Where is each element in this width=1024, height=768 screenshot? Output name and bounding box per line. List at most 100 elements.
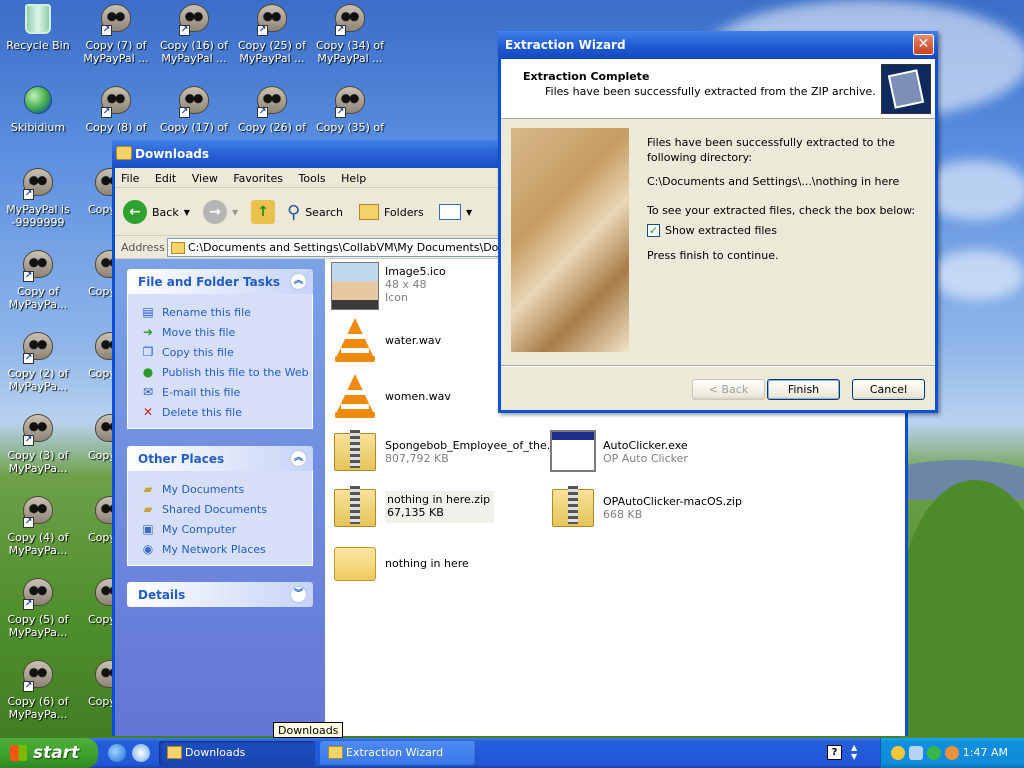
close-button[interactable]: ✕: [913, 34, 934, 55]
file-item-autoclicker-exe[interactable]: AutoClicker.exe OP Auto Clicker: [549, 427, 688, 475]
raccoon-icon: [95, 660, 112, 688]
collapse-chevron-icon[interactable]: ︽: [290, 273, 307, 290]
file-item-nothing-in-here-zip[interactable]: nothing in here.zip 67,135 KB: [331, 483, 495, 531]
menu-tools[interactable]: Tools: [293, 168, 332, 185]
place-network[interactable]: ◉ My Network Places: [140, 539, 312, 559]
place-shared-documents[interactable]: ▰ Shared Documents: [140, 499, 312, 519]
collapse-chevron-icon[interactable]: ︽: [290, 450, 307, 467]
desktop-icon-copy-col2-e[interactable]: Copy: [78, 496, 112, 544]
wizard-directory: C:\Documents and Settings\...\nothing in…: [647, 175, 900, 188]
forward-button[interactable]: → ▼: [203, 196, 238, 228]
place-my-documents[interactable]: ▰ My Documents: [140, 479, 312, 499]
menu-favorites[interactable]: Favorites: [227, 168, 289, 185]
security-shield-icon[interactable]: [891, 746, 905, 760]
desktop-icon-copy-col2-f[interactable]: Copy: [78, 578, 112, 626]
taskbar-button-downloads[interactable]: Downloads: [159, 741, 315, 766]
desktop-icon-copy-col2-c[interactable]: Copy: [78, 332, 112, 380]
task-copy[interactable]: ❐ Copy this file: [140, 342, 312, 362]
file-folder-tasks-header[interactable]: File and Folder Tasks ︽: [127, 269, 313, 294]
desktop-icon-copy-26[interactable]: ↗ Copy (26) of: [234, 86, 310, 134]
help-icon[interactable]: ?: [827, 745, 842, 760]
place-my-computer[interactable]: ▣ My Computer: [140, 519, 312, 539]
desktop-icon-copy-col2-a[interactable]: Copy: [78, 168, 112, 216]
file-item-spongebob-zip[interactable]: Spongebob_Employee_of_the... 807,792 KB: [331, 427, 557, 475]
desktop-icon-copy-col2-b[interactable]: Copy: [78, 250, 112, 298]
menu-help[interactable]: Help: [335, 168, 372, 185]
task-email[interactable]: ✉ E-mail this file: [140, 382, 312, 402]
task-rename[interactable]: ▤ Rename this file: [140, 302, 312, 322]
desktop-icon-copy-4[interactable]: ↗ Copy (4) of MyPayPa...: [0, 496, 76, 557]
shared-documents-icon: ▰: [143, 502, 153, 516]
desktop-icon-copy-17[interactable]: ↗ Copy (17) of: [156, 86, 232, 134]
taskbar-button-extraction-wizard[interactable]: Extraction Wizard: [320, 741, 476, 766]
desktop-icon-recycle-bin[interactable]: Recycle Bin: [0, 4, 76, 52]
file-item-nothing-in-here-folder[interactable]: nothing in here: [331, 539, 469, 587]
search-label: Search: [305, 205, 343, 219]
desktop-icon-copy-16[interactable]: ↗ Copy (16) of MyPayPal ...: [156, 4, 232, 65]
folder-icon: [171, 242, 185, 254]
desktop-icon-copy-8[interactable]: ↗ Copy (8) of: [78, 86, 154, 134]
file-item-image5[interactable]: Image5.ico 48 x 48 Icon: [331, 262, 446, 310]
details-header[interactable]: Details ︾: [127, 582, 313, 607]
menu-edit[interactable]: Edit: [149, 168, 182, 185]
desktop-icon-copy-3[interactable]: ↗ Copy (3) of MyPayPa...: [0, 414, 76, 475]
cancel-button[interactable]: Cancel: [852, 379, 925, 400]
finish-button[interactable]: Finish: [767, 379, 840, 400]
desktop-icon-copy-25[interactable]: ↗ Copy (25) of MyPayPal ...: [234, 4, 310, 65]
network-places-icon: ◉: [142, 542, 154, 556]
desktop-icon-copy-6[interactable]: ↗ Copy (6) of MyPayPa...: [0, 660, 76, 721]
folder-icon: [116, 146, 132, 160]
expand-chevron-icon[interactable]: ︾: [290, 586, 307, 603]
file-item-women-wav[interactable]: women.wav: [331, 372, 451, 420]
file-item-opautoclicker-zip[interactable]: OPAutoClicker-macOS.zip 668 KB: [549, 483, 742, 531]
clock[interactable]: 1:47 AM: [963, 746, 1008, 759]
shortcut-arrow-icon: ↗: [179, 25, 190, 36]
network-icon[interactable]: [927, 746, 941, 760]
volume-icon[interactable]: [909, 746, 923, 760]
wizard-title-bar[interactable]: Extraction Wizard ✕: [498, 31, 938, 59]
folders-button[interactable]: Folders: [359, 196, 424, 228]
desktop-icon-copy-2[interactable]: ↗ Copy (2) of MyPayPa...: [0, 332, 76, 393]
views-dropdown-icon: ▼: [466, 207, 473, 217]
show-desktop-icon[interactable]: [132, 744, 150, 762]
views-button[interactable]: ▼: [439, 196, 472, 228]
back-dropdown-icon[interactable]: ▼: [184, 208, 190, 217]
show-extracted-files-checkbox[interactable]: ✓ Show extracted files: [647, 224, 923, 237]
desktop-icon-copy-7[interactable]: ↗ Copy (7) of MyPayPal ...: [78, 4, 154, 65]
start-button[interactable]: start: [0, 738, 98, 768]
desktop-icon-copy-5[interactable]: ↗ Copy (5) of MyPayPa...: [0, 578, 76, 639]
other-places-header[interactable]: Other Places ︽: [127, 446, 313, 471]
file-item-water-wav[interactable]: water.wav: [331, 316, 441, 364]
desktop-icon-skibidium[interactable]: Skibidium: [0, 86, 76, 134]
task-move[interactable]: ➜ Move this file: [140, 322, 312, 342]
desktop-icon-copy-35[interactable]: ↗ Copy (35) of: [312, 86, 388, 134]
menu-view[interactable]: View: [186, 168, 224, 185]
exe-icon: [550, 430, 596, 472]
compressed-folder-icon: [881, 64, 931, 114]
desktop-icon-copy-of-mypaypal[interactable]: ↗ Copy of MyPayPa...: [0, 250, 76, 311]
search-button[interactable]: ⚲ Search: [287, 196, 343, 228]
back-arrow-icon: ←: [123, 200, 147, 224]
shortcut-arrow-icon: ↗: [23, 681, 34, 692]
language-toggle-icon[interactable]: ▲ ▼: [851, 743, 857, 761]
desktop-icon-copy-col2-g[interactable]: Copy: [78, 660, 112, 708]
extraction-wizard-dialog: Extraction Wizard ✕ Extraction Complete …: [498, 31, 938, 413]
menu-file[interactable]: File: [115, 168, 145, 185]
back-button[interactable]: < Back: [692, 379, 765, 400]
task-publish-web[interactable]: ● Publish this file to the Web: [140, 362, 312, 382]
desktop-icon-mypaypal[interactable]: ↗ MyPayPal is -9999999: [0, 168, 76, 229]
internet-explorer-icon[interactable]: [108, 744, 126, 762]
search-tray-icon[interactable]: [945, 746, 959, 760]
desktop-icon-copy-col2-d[interactable]: Copy: [78, 414, 112, 462]
back-button[interactable]: ← Back ▼: [123, 196, 190, 228]
views-icon: [439, 204, 461, 220]
up-button[interactable]: ↑: [251, 196, 275, 228]
shortcut-arrow-icon: ↗: [23, 435, 34, 446]
wizard-header-subtitle: Files have been successfully extracted f…: [545, 85, 876, 98]
task-delete[interactable]: ✕ Delete this file: [140, 402, 312, 422]
raccoon-icon: [95, 168, 112, 196]
raccoon-icon: [95, 578, 112, 606]
task-pane: File and Folder Tasks ︽ ▤ Rename this fil…: [115, 259, 325, 736]
desktop-icon-copy-34[interactable]: ↗ Copy (34) of MyPayPal ...: [312, 4, 388, 65]
forward-dropdown-icon[interactable]: ▼: [232, 208, 238, 217]
